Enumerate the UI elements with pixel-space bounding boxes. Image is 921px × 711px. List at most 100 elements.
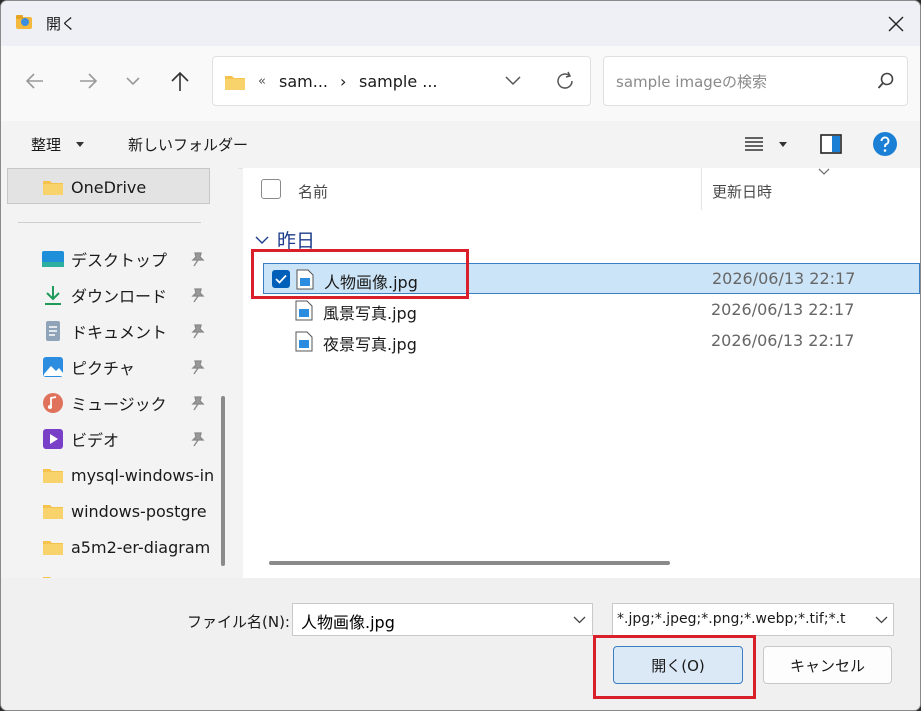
chevron-down-icon[interactable] <box>573 616 586 624</box>
select-all-checkbox[interactable] <box>261 179 281 199</box>
caret-down-icon <box>76 142 84 147</box>
folder-icon <box>41 535 65 559</box>
pin-icon[interactable] <box>189 287 205 303</box>
column-header-date[interactable]: 更新日時 <box>712 181 772 202</box>
folder-icon <box>41 499 65 523</box>
preview-pane-icon[interactable] <box>820 134 842 154</box>
videos-icon <box>41 427 65 451</box>
sort-chevron-icon <box>818 168 830 175</box>
refresh-icon[interactable] <box>554 70 576 92</box>
file-name: 風景写真.jpg <box>323 304 417 323</box>
image-file-icon <box>295 331 313 352</box>
view-options-button[interactable] <box>744 134 794 154</box>
organize-button[interactable]: 整理 <box>31 121 91 168</box>
sidebar-divider <box>18 222 201 223</box>
documents-icon <box>41 319 65 343</box>
filetype-value: *.jpg;*.jpeg;*.png;*.webp;*.tif;*.t <box>617 611 846 627</box>
filetype-select[interactable]: *.jpg;*.jpeg;*.png;*.webp;*.tif;*.t <box>612 603 894 636</box>
filename-input[interactable] <box>299 609 563 633</box>
file-row[interactable]: 夜景写真.jpg 2026/06/13 22:17 <box>263 326 920 357</box>
column-divider[interactable] <box>701 168 702 210</box>
sidebar-item-desktop[interactable]: デスクトップ <box>41 244 167 274</box>
sidebar-item-music[interactable]: ミュージック <box>41 388 167 418</box>
file-date: 2026/06/13 22:17 <box>711 300 855 319</box>
help-icon[interactable] <box>872 131 898 157</box>
chevron-down-icon[interactable] <box>505 76 521 86</box>
close-button[interactable] <box>871 1 920 46</box>
pictures-icon <box>41 355 65 379</box>
sidebar-item-folder[interactable]: a5m2-er-diagram <box>41 532 210 562</box>
sidebar-scrollbar[interactable] <box>221 396 225 566</box>
sidebar-item-documents[interactable]: ドキュメント <box>41 316 167 346</box>
highlight-box-file <box>251 249 469 299</box>
title-bar: 開く <box>1 1 920 46</box>
sidebar-item-folder[interactable]: windows-postgre <box>41 496 207 526</box>
pin-icon[interactable] <box>189 323 205 339</box>
caret-down-icon <box>779 142 787 147</box>
breadcrumb-separator[interactable]: › <box>340 72 346 91</box>
sidebar-item-folder[interactable]: mysql-windows-in <box>41 460 214 490</box>
column-header-name[interactable]: 名前 <box>298 181 328 202</box>
close-icon <box>888 16 903 31</box>
list-view-icon <box>745 137 763 151</box>
sidebar-item-label: ミュージック <box>71 395 167 414</box>
horizontal-scrollbar[interactable] <box>269 561 670 565</box>
forward-button[interactable] <box>74 67 102 95</box>
pin-icon[interactable] <box>189 359 205 375</box>
sidebar-item-label: ビデオ <box>71 431 120 450</box>
desktop-icon <box>41 247 65 271</box>
sidebar-item-label: mysql-windows-in <box>71 465 215 485</box>
file-date: 2026/06/13 22:17 <box>712 269 856 288</box>
arrow-left-icon <box>25 73 43 89</box>
chevron-down-icon <box>126 77 140 86</box>
address-bar[interactable]: « sam... › sample ... <box>212 56 591 106</box>
highlight-box-open <box>593 635 756 699</box>
sidebar-item-videos[interactable]: ビデオ <box>41 424 119 454</box>
new-folder-button[interactable]: 新しいフォルダー <box>128 134 248 155</box>
sidebar-item-pictures[interactable]: ピクチャ <box>41 352 135 382</box>
sidebar-item-label: windows-postgre <box>71 501 207 521</box>
breadcrumb-item[interactable]: sam... <box>279 72 328 91</box>
sidebar-item-label: OneDrive <box>71 177 147 197</box>
music-icon <box>41 391 65 415</box>
cancel-button[interactable]: キャンセル <box>763 646 892 684</box>
sidebar-item-folder[interactable] <box>41 568 71 578</box>
search-icon <box>877 72 894 89</box>
breadcrumb-item[interactable]: sample ... <box>359 72 438 91</box>
search-box[interactable] <box>603 56 908 106</box>
arrow-right-icon <box>80 73 98 89</box>
sidebar-item-onedrive-label[interactable]: OneDrive <box>41 172 146 202</box>
organize-label: 整理 <box>31 136 62 154</box>
search-input[interactable] <box>614 69 868 95</box>
app-icon <box>16 15 32 29</box>
arrow-up-icon <box>171 71 189 91</box>
folder-icon <box>41 175 65 199</box>
pin-icon[interactable] <box>189 431 205 447</box>
navigation-bar: « sam... › sample ... <box>1 46 920 121</box>
sidebar-item-downloads[interactable]: ダウンロード <box>41 280 167 310</box>
sidebar-item-label: デスクトップ <box>71 251 168 270</box>
file-row[interactable]: 風景写真.jpg 2026/06/13 22:17 <box>263 295 920 326</box>
sidebar-item-label: ピクチャ <box>71 359 135 378</box>
up-button[interactable] <box>166 67 194 95</box>
back-button[interactable] <box>21 67 49 95</box>
filename-label: ファイル名(N): <box>187 613 290 631</box>
pin-icon[interactable] <box>189 395 205 411</box>
filename-combobox[interactable] <box>292 603 593 636</box>
open-file-dialog: 開く « sam... › sample ... sample imageの検索… <box>0 0 921 711</box>
dialog-footer: ファイル名(N): *.jpg;*.jpeg;*.png;*.webp;*.ti… <box>1 578 920 710</box>
pin-icon[interactable] <box>189 251 205 267</box>
file-list: 名前 更新日時 昨日 人物画像.jpg 2026/06/13 22:17 風景写… <box>243 168 920 578</box>
folder-icon <box>225 76 245 90</box>
command-bar: 整理 新しいフォルダー <box>1 121 920 169</box>
chevron-down-icon <box>875 616 888 624</box>
breadcrumb-overflow[interactable]: « <box>258 74 266 89</box>
sidebar-item-label: ドキュメント <box>71 323 168 342</box>
folder-icon <box>41 463 65 487</box>
image-file-icon <box>295 300 313 321</box>
recent-locations-button[interactable] <box>119 67 147 95</box>
window-title: 開く <box>46 15 77 33</box>
folder-icon <box>41 571 65 578</box>
file-date: 2026/06/13 22:17 <box>711 331 855 350</box>
navigation-pane: OneDrive デスクトップ ダウンロード ドキュメント ピクチャ ミュージッ… <box>1 168 238 578</box>
